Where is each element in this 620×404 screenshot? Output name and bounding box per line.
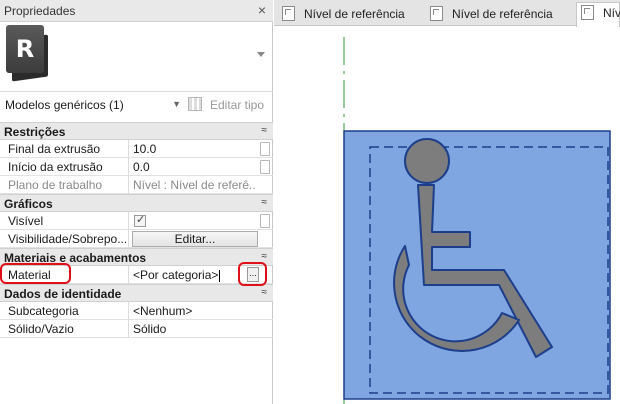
properties-panel: Propriedades × R Modelos genéricos (1) ▼… (0, 0, 273, 404)
tab-view-2[interactable]: Nível de referência (430, 4, 570, 26)
chevron-down-icon: ▼ (172, 99, 181, 109)
type-selector[interactable]: R (0, 22, 273, 92)
drawing-canvas[interactable] (274, 27, 620, 404)
tab-label: Nív (603, 6, 620, 20)
param-row: Final da extrusão 10.0 (0, 140, 273, 158)
tab-view-3-active[interactable]: Nív (576, 2, 620, 27)
param-row: Plano de trabalho Nível : Nível de refer… (0, 176, 273, 194)
properties-title: Propriedades (4, 4, 76, 18)
group-label: Materiais e acabamentos (4, 251, 147, 265)
param-label: Visibilidade/Sobrepo... (8, 232, 126, 246)
param-value-material[interactable]: <Por categoria> (133, 268, 255, 282)
instance-filter-dropdown[interactable]: Modelos genéricos (1) ▼ (3, 95, 183, 115)
material-value-text: <Por categoria> (133, 268, 219, 282)
param-row: Início da extrusão 0.0 (0, 158, 273, 176)
collapse-icon[interactable]: ≈ (262, 251, 268, 262)
group-materiais[interactable]: Materiais e acabamentos ≈ (0, 248, 273, 266)
group-label: Dados de identidade (4, 287, 122, 301)
properties-title-bar: Propriedades × (0, 0, 273, 22)
param-label: Visível (8, 214, 44, 228)
param-label: Material (8, 268, 51, 282)
group-label: Restrições (4, 125, 66, 139)
param-value-inicio-extrusao[interactable]: 0.0 (133, 160, 255, 174)
tab-label: Nível de referência (452, 7, 553, 21)
tab-view-1[interactable]: Nível de referência (282, 4, 422, 26)
tab-label: Nível de referência (304, 7, 405, 21)
param-value-final-extrusao[interactable]: 10.0 (133, 142, 255, 156)
properties-grid: Restrições ≈ Final da extrusão 10.0 Iníc… (0, 122, 273, 338)
close-icon[interactable]: × (254, 1, 270, 19)
view-tab-icon (581, 5, 594, 20)
view-tab-bar: Nível de referência Nível de referência … (274, 0, 620, 27)
param-value-subcategoria[interactable]: <Nenhum> (133, 304, 255, 318)
material-browse-button[interactable]: ... (247, 267, 259, 282)
group-identidade[interactable]: Dados de identidade ≈ (0, 284, 273, 302)
param-label: Início da extrusão (8, 160, 103, 174)
instance-filter-row: Modelos genéricos (1) ▼ Editar tipo (0, 93, 273, 117)
group-graficos[interactable]: Gráficos ≈ (0, 194, 273, 212)
collapse-icon[interactable]: ≈ (262, 287, 268, 298)
param-value-plano-trabalho: Nível : Nível de referê... (133, 178, 255, 192)
associate-parameter-button[interactable] (260, 160, 270, 174)
revit-logo-icon: R (6, 25, 48, 82)
edit-type-icon (188, 97, 202, 111)
param-row: Subcategoria <Nenhum> (0, 302, 273, 320)
wheelchair-accessibility-symbol[interactable] (274, 27, 620, 404)
checkbox-icon[interactable] (134, 213, 146, 227)
view-tab-icon (282, 6, 295, 21)
view-tab-icon (430, 6, 443, 21)
param-label: Sólido/Vazio (8, 322, 74, 336)
collapse-icon[interactable]: ≈ (262, 197, 268, 208)
param-row: Sólido/Vazio Sólido (0, 320, 273, 338)
group-label: Gráficos (4, 197, 53, 211)
param-label: Final da extrusão (8, 142, 101, 156)
param-label: Plano de trabalho (8, 178, 103, 192)
param-label: Subcategoria (8, 304, 79, 318)
chevron-down-icon[interactable] (257, 52, 265, 57)
associate-parameter-button[interactable] (260, 214, 270, 228)
edit-visibility-button[interactable]: Editar... (132, 231, 258, 247)
instance-filter-value: Modelos genéricos (1) (5, 98, 124, 112)
collapse-icon[interactable]: ≈ (262, 125, 268, 136)
associate-parameter-button[interactable] (260, 142, 270, 156)
param-row-material: Material <Por categoria> ... (0, 266, 273, 284)
param-value-solido-vazio[interactable]: Sólido (133, 322, 255, 336)
edit-type-label: Editar tipo (210, 98, 265, 112)
param-row: Visibilidade/Sobrepo... Editar... (0, 230, 273, 248)
group-restricoes[interactable]: Restrições ≈ (0, 122, 273, 140)
revit-logo-letter: R (6, 25, 44, 73)
param-row: Visível (0, 212, 273, 230)
